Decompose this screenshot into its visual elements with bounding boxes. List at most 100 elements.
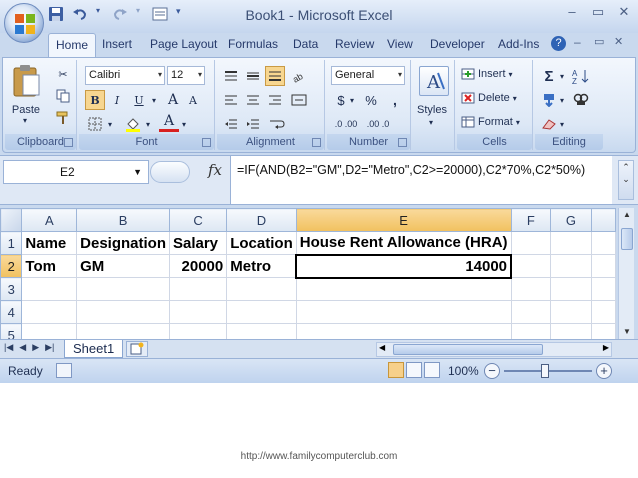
scroll-down-icon[interactable]: ▼ <box>619 325 635 339</box>
scroll-right-icon[interactable]: ▶ <box>603 343 609 352</box>
tab-data[interactable]: Data <box>293 37 318 51</box>
cell-a2[interactable]: Tom <box>21 254 78 278</box>
align-bottom-icon[interactable] <box>265 66 285 86</box>
alignment-launcher-icon[interactable] <box>312 138 321 147</box>
cell-d3[interactable] <box>226 277 297 301</box>
cell-b5[interactable] <box>76 323 170 339</box>
orientation-icon[interactable]: ab <box>289 66 309 86</box>
row-header[interactable]: 4 <box>0 300 23 324</box>
find-select-icon[interactable] <box>571 90 591 110</box>
next-sheet-icon[interactable]: ▶ <box>32 342 39 353</box>
cell-a4[interactable] <box>21 300 78 324</box>
styles-label[interactable]: Styles <box>417 104 447 116</box>
cell-b2[interactable]: GM <box>76 254 170 278</box>
merge-center-icon[interactable] <box>289 90 309 110</box>
cell-g1[interactable] <box>550 231 592 255</box>
grow-font-button[interactable]: A <box>163 90 183 110</box>
tab-add-ins[interactable]: Add-Ins <box>498 37 539 51</box>
align-center-icon[interactable] <box>243 90 263 110</box>
cell-d4[interactable] <box>226 300 297 324</box>
first-sheet-icon[interactable]: |◀ <box>4 342 13 353</box>
paste-button[interactable]: Paste ▾ <box>11 64 45 125</box>
currency-dropdown-icon[interactable]: ▾ <box>347 90 357 110</box>
fill-icon[interactable] <box>539 90 559 110</box>
last-sheet-icon[interactable]: ▶| <box>45 342 54 353</box>
tab-review[interactable]: Review <box>335 37 374 51</box>
select-all-corner[interactable] <box>0 208 23 232</box>
cell-e4[interactable] <box>295 300 512 324</box>
column-header-d[interactable]: D <box>226 208 297 232</box>
align-left-icon[interactable] <box>221 90 241 110</box>
paste-dropdown-icon[interactable]: ▾ <box>23 116 27 125</box>
comma-button[interactable]: , <box>385 90 405 110</box>
tab-view[interactable]: View <box>387 37 413 51</box>
styles-dropdown-icon[interactable]: ▾ <box>429 118 433 127</box>
cell-c2[interactable]: 20000 <box>168 254 228 278</box>
increase-indent-icon[interactable] <box>243 114 263 134</box>
column-header-e[interactable]: E <box>295 208 512 232</box>
cell-d1[interactable]: Location <box>226 231 297 255</box>
percent-button[interactable]: % <box>361 90 381 110</box>
vertical-scrollbar[interactable]: ▲ ▼ <box>618 208 634 339</box>
font-color-button[interactable]: A <box>159 112 179 132</box>
row-header[interactable]: 5 <box>0 323 23 339</box>
sort-filter-icon[interactable]: AZ <box>571 66 591 86</box>
cell-a3[interactable] <box>21 277 78 301</box>
align-right-icon[interactable] <box>265 90 285 110</box>
cell-a1[interactable]: Name <box>21 231 78 255</box>
vertical-scroll-thumb[interactable] <box>621 228 633 250</box>
expand-formula-bar-icon[interactable]: ⌃ ⌄ <box>618 160 634 200</box>
underline-dropdown-icon[interactable]: ▾ <box>149 90 159 110</box>
sheet-tab-sheet1[interactable]: Sheet1 <box>64 340 124 358</box>
minimize-icon[interactable]: – <box>564 5 580 19</box>
font-name-dropdown-icon[interactable]: ▾ <box>158 70 162 79</box>
tab-insert[interactable]: Insert <box>102 37 132 51</box>
page-layout-view-icon[interactable] <box>406 362 422 378</box>
cell-g5[interactable] <box>550 323 592 339</box>
scroll-left-icon[interactable]: ◀ <box>379 343 385 352</box>
autosum-dropdown-icon[interactable]: ▾ <box>557 66 567 86</box>
ribbon-minimize-icon[interactable]: – <box>574 35 581 49</box>
ribbon-restore-icon[interactable]: ▭ <box>594 35 604 48</box>
font-launcher-icon[interactable] <box>202 138 211 147</box>
column-header-g[interactable]: G <box>550 208 592 232</box>
scroll-up-icon[interactable]: ▲ <box>619 208 635 222</box>
format-cells-button[interactable]: Format ▾ <box>461 116 520 128</box>
formula-bar-handle[interactable] <box>150 161 190 183</box>
cell-b1[interactable]: Designation <box>76 231 170 255</box>
font-name-combo[interactable]: Calibri ▾ <box>85 66 165 85</box>
wrap-text-icon[interactable] <box>267 114 287 134</box>
delete-cells-button[interactable]: Delete ▾ <box>461 92 517 104</box>
cell-f2[interactable] <box>510 254 552 278</box>
format-painter-icon[interactable] <box>53 108 73 128</box>
tab-developer[interactable]: Developer <box>430 37 485 51</box>
cell-d5[interactable] <box>226 323 297 339</box>
autosum-button[interactable]: Σ <box>539 66 559 86</box>
formula-input[interactable]: =IF(AND(B2="GM",D2="Metro",C2>=20000),C2… <box>230 156 612 204</box>
align-middle-icon[interactable] <box>243 66 263 86</box>
zoom-out-button[interactable]: − <box>484 363 500 379</box>
cell-f4[interactable] <box>510 300 552 324</box>
office-button[interactable] <box>4 3 44 43</box>
shrink-font-button[interactable]: A <box>183 90 203 110</box>
column-header-f[interactable]: F <box>510 208 552 232</box>
borders-dropdown-icon[interactable]: ▾ <box>105 114 115 134</box>
decrease-indent-icon[interactable] <box>221 114 241 134</box>
cell-e1[interactable]: House Rent Allowance (HRA) <box>295 231 512 255</box>
cell-a5[interactable] <box>21 323 78 339</box>
row-header[interactable]: 3 <box>0 277 23 301</box>
cell-b3[interactable] <box>76 277 170 301</box>
column-header-a[interactable]: A <box>21 208 78 232</box>
cell-c1[interactable]: Salary <box>168 231 228 255</box>
zoom-slider-thumb[interactable] <box>541 364 549 378</box>
cell-b4[interactable] <box>76 300 170 324</box>
tab-page-layout[interactable]: Page Layout <box>150 37 217 51</box>
cut-icon[interactable]: ✂ <box>53 64 73 84</box>
font-size-combo[interactable]: 12 ▾ <box>167 66 205 85</box>
normal-view-icon[interactable] <box>388 362 404 378</box>
insert-cells-button[interactable]: Insert ▾ <box>461 68 513 80</box>
row-header[interactable]: 1 <box>0 231 23 255</box>
restore-icon[interactable]: ▭ <box>590 5 606 19</box>
macro-recording-icon[interactable] <box>56 363 72 378</box>
cell-d2[interactable]: Metro <box>226 254 297 278</box>
